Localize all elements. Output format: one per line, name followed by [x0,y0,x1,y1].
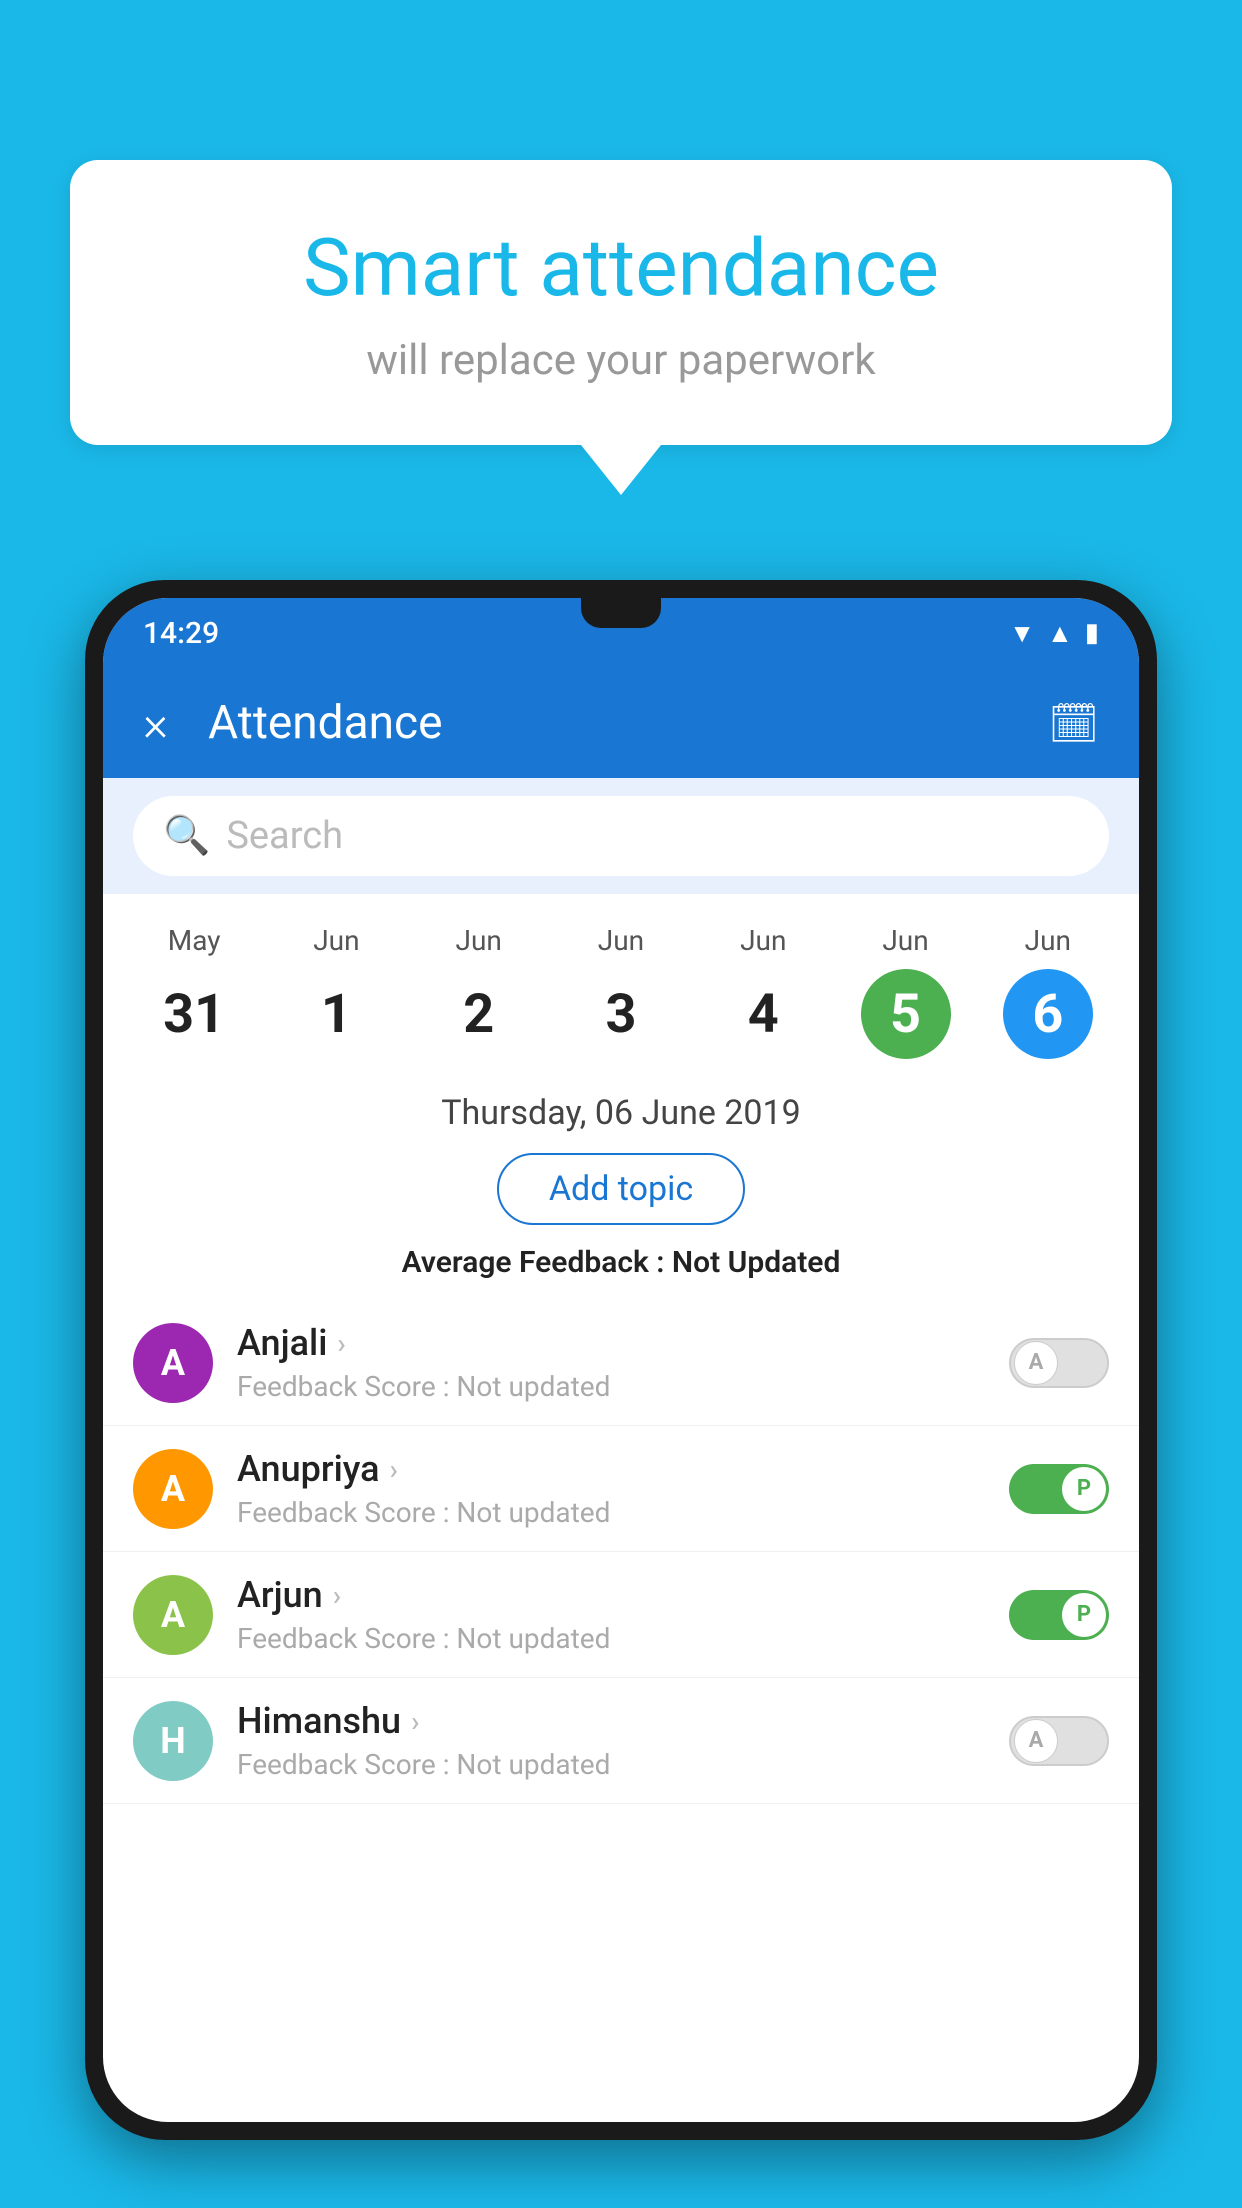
selected-date: Thursday, 06 June 2019 [103,1093,1139,1133]
avatar: A [133,1575,213,1655]
avg-feedback-label: Average Feedback : [402,1245,672,1280]
cal-date: 31 [149,969,239,1059]
cal-month: Jun [1025,924,1071,957]
search-icon: 🔍 [163,814,210,858]
attendance-toggle[interactable]: P [1009,1464,1109,1514]
cal-date: 2 [434,969,524,1059]
close-button[interactable]: × [143,695,168,752]
cal-date: 5 [861,969,951,1059]
calendar-cell[interactable]: Jun 2 [408,914,550,1069]
phone-inner: 14:29 ▼ ▲ ▮ × Attendance 🗓 🔍 Search [103,598,1139,2122]
student-item[interactable]: A Anupriya › Feedback Score : Not updated P [103,1426,1139,1552]
search-bar-container: 🔍 Search [103,778,1139,894]
cal-month: Jun [456,924,502,957]
speech-bubble-container: Smart attendance will replace your paper… [70,160,1172,495]
feedback-score: Feedback Score : Not updated [237,1496,985,1529]
chevron-icon: › [411,1705,419,1738]
cal-month: Jun [313,924,359,957]
cal-date: 4 [718,969,808,1059]
cal-month: Jun [740,924,786,957]
student-list: AAnjali ›Feedback Score : Not updatedAAA… [103,1300,1139,1804]
cal-month: May [168,924,221,957]
calendar-cell[interactable]: Jun 1 [265,914,407,1069]
chevron-icon: › [390,1453,398,1486]
feedback-score: Feedback Score : Not updated [237,1370,985,1403]
status-time: 14:29 [143,616,219,651]
student-info: Arjun › Feedback Score : Not updated [237,1574,985,1655]
student-item[interactable]: H Himanshu › Feedback Score : Not updated A [103,1678,1139,1804]
avg-feedback: Average Feedback : Not Updated [103,1245,1139,1290]
student-name: Anupriya › [237,1448,985,1490]
avatar: A [133,1449,213,1529]
student-info: Anjali › Feedback Score : Not updated [237,1322,985,1403]
student-info: Anupriya › Feedback Score : Not updated [237,1448,985,1529]
feedback-score: Feedback Score : Not updated [237,1748,985,1781]
add-topic-button[interactable]: Add topic [497,1153,745,1225]
student-name: Anjali › [237,1322,985,1364]
battery-icon: ▮ [1085,618,1099,648]
app-bar-title: Attendance [208,696,1048,750]
phone-notch [581,598,661,628]
toggle-knob: A [1014,1341,1058,1385]
cal-month: Jun [882,924,928,957]
student-item[interactable]: A Anjali › Feedback Score : Not updated A [103,1300,1139,1426]
signal-icon: ▲ [1047,618,1073,649]
phone-container: 14:29 ▼ ▲ ▮ × Attendance 🗓 🔍 Search [85,580,1157,2208]
status-icons: ▼ ▲ ▮ [1009,618,1099,649]
cal-date: 3 [576,969,666,1059]
cal-date: 1 [291,969,381,1059]
calendar-cell[interactable]: Jun 3 [550,914,692,1069]
bubble-title: Smart attendance [150,220,1092,316]
student-info: Himanshu › Feedback Score : Not updated [237,1700,985,1781]
attendance-toggle[interactable]: P [1009,1590,1109,1640]
calendar-cell[interactable]: Jun 5 [834,914,976,1069]
toggle-knob: P [1062,1467,1106,1511]
avatar: A [133,1323,213,1403]
calendar-cell[interactable]: Jun 4 [692,914,834,1069]
feedback-score: Feedback Score : Not updated [237,1622,985,1655]
toggle-knob: A [1014,1719,1058,1763]
chevron-icon: › [337,1327,345,1360]
toggle-knob: P [1062,1593,1106,1637]
app-bar: × Attendance 🗓 [103,668,1139,778]
date-info: Thursday, 06 June 2019 Add topic Average… [103,1069,1139,1290]
student-name: Arjun › [237,1574,985,1616]
student-name: Himanshu › [237,1700,985,1742]
cal-date: 6 [1003,969,1093,1059]
calendar-icon[interactable]: 🗓 [1048,700,1099,747]
calendar-cell[interactable]: Jun 6 [977,914,1119,1069]
student-item[interactable]: A Arjun › Feedback Score : Not updated P [103,1552,1139,1678]
search-placeholder: Search [226,814,343,858]
bubble-subtitle: will replace your paperwork [150,336,1092,385]
speech-bubble: Smart attendance will replace your paper… [70,160,1172,445]
calendar-row: May 31 Jun 1 Jun 2 Jun 3 Jun 4 Jun 5 Jun 6 [103,894,1139,1069]
chevron-icon: › [333,1579,341,1612]
cal-month: Jun [598,924,644,957]
avatar: H [133,1701,213,1781]
phone-outer: 14:29 ▼ ▲ ▮ × Attendance 🗓 🔍 Search [85,580,1157,2140]
attendance-toggle[interactable]: A [1009,1716,1109,1766]
avg-feedback-value: Not Updated [672,1245,840,1280]
wifi-icon: ▼ [1009,618,1035,649]
speech-bubble-tail [581,445,661,495]
attendance-toggle[interactable]: A [1009,1338,1109,1388]
calendar-cell[interactable]: May 31 [123,914,265,1069]
search-bar[interactable]: 🔍 Search [133,796,1109,876]
